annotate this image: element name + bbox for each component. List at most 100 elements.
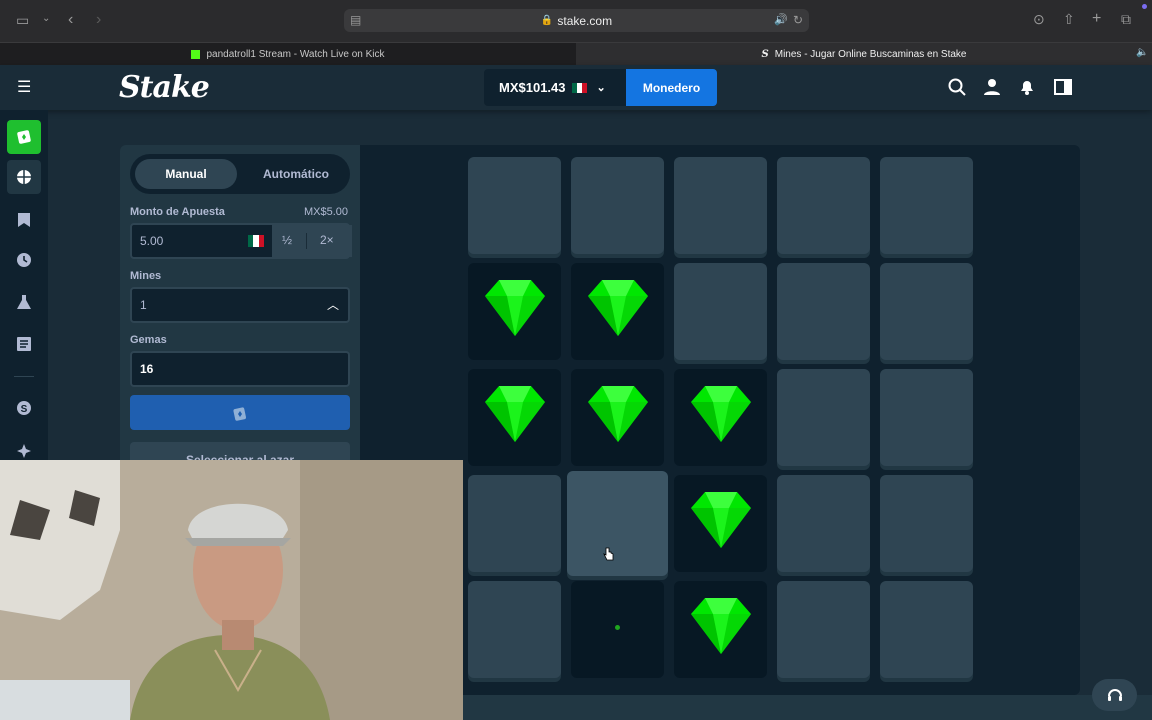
mine-tile[interactable] <box>674 263 767 360</box>
stake-s-icon[interactable]: S <box>16 400 32 416</box>
tab-bar: pandatroll1 Stream - Watch Live on Kick … <box>0 42 1152 66</box>
mine-tile[interactable] <box>880 157 973 254</box>
user-icon[interactable] <box>982 77 1002 97</box>
mine-tile[interactable] <box>880 475 973 572</box>
sports-icon[interactable] <box>7 160 41 194</box>
mine-tile[interactable] <box>674 475 767 572</box>
mine-tile[interactable] <box>777 369 870 466</box>
mine-tile[interactable] <box>880 369 973 466</box>
mine-tile[interactable] <box>777 157 870 254</box>
mine-tile[interactable] <box>468 263 561 360</box>
reload-icon[interactable]: ↻ <box>793 13 803 27</box>
logo[interactable]: Stake <box>119 70 210 105</box>
mine-tile[interactable] <box>468 581 561 678</box>
share-icon[interactable]: ⇧ <box>1063 11 1075 28</box>
mines-value: 1 <box>140 298 147 312</box>
gem-icon <box>588 280 648 336</box>
download-icon[interactable]: ⊙ <box>1033 11 1045 28</box>
new-tab-icon[interactable]: + <box>1092 10 1101 28</box>
gems-field: 16 <box>130 351 350 387</box>
bell-icon[interactable] <box>1017 77 1037 97</box>
tab-auto[interactable]: Automático <box>245 159 347 189</box>
document-icon[interactable] <box>16 336 32 352</box>
gems-value: 16 <box>140 362 154 376</box>
notification-dot <box>1142 4 1147 9</box>
balance-selector[interactable]: MX$101.43 ⌄ <box>484 69 626 106</box>
mine-tile[interactable] <box>571 369 664 466</box>
sidebar-toggle-icon[interactable]: ▭ <box>16 12 29 29</box>
bet-amount-display: MX$5.00 <box>304 206 349 218</box>
mine-tile[interactable] <box>777 475 870 572</box>
audio-icon[interactable]: 🔊 <box>774 13 788 26</box>
stake-favicon-icon: S <box>761 49 769 60</box>
headset-icon <box>1107 689 1122 701</box>
tab-stake[interactable]: S Mines - Jugar Online Buscaminas en Sta… <box>576 43 1152 66</box>
empty-dot <box>615 625 620 630</box>
pointer-cursor-icon <box>603 547 614 561</box>
kick-icon <box>191 50 201 59</box>
mines-label: Mines <box>130 270 162 282</box>
wallet-button[interactable]: Monedero <box>626 69 717 106</box>
bet-amount-field: 5.00 ½ 2× <box>130 223 352 259</box>
mine-tile[interactable] <box>880 263 973 360</box>
tab-overview-icon[interactable]: ⧉ <box>1121 11 1131 28</box>
mine-tile[interactable] <box>468 475 561 572</box>
forward-icon[interactable]: › <box>96 11 101 29</box>
tab-kick[interactable]: pandatroll1 Stream - Watch Live on Kick <box>0 43 576 66</box>
streamer-video <box>0 460 463 720</box>
mine-tile[interactable] <box>571 157 664 254</box>
tab-manual[interactable]: Manual <box>135 159 237 189</box>
sidebar-panel-icon[interactable] <box>1053 77 1073 97</box>
browser-toolbar: ▭ ⌄ ‹ › ▤ 🔒 stake.com 🔊 ↻ ⊙ ⇧ + ⧉ <box>0 0 1152 42</box>
mine-tile[interactable] <box>468 369 561 466</box>
mine-tile[interactable] <box>571 263 664 360</box>
mines-select[interactable]: 1 ︿ <box>130 287 350 323</box>
mexico-flag-icon <box>571 82 587 93</box>
mine-tile[interactable] <box>777 263 870 360</box>
casino-icon[interactable] <box>7 120 41 154</box>
gem-icon <box>691 386 751 442</box>
divider <box>306 233 307 249</box>
mine-tile[interactable] <box>567 471 668 576</box>
svg-text:S: S <box>21 404 28 415</box>
support-button[interactable] <box>1092 679 1137 711</box>
gem-icon <box>588 386 648 442</box>
clock-icon[interactable] <box>16 252 32 268</box>
flask-icon[interactable] <box>16 294 32 310</box>
cards-icon <box>233 406 246 421</box>
gem-icon <box>485 386 545 442</box>
half-button[interactable]: ½ <box>282 233 292 247</box>
tab-label: Mines - Jugar Online Buscaminas en Stake <box>774 49 967 60</box>
chevron-down-icon[interactable]: ⌄ <box>42 13 50 24</box>
tab-audio-icon[interactable]: 🔈 <box>1136 47 1148 58</box>
mine-tile[interactable] <box>777 581 870 678</box>
mine-tile[interactable] <box>571 581 664 678</box>
mine-tile[interactable] <box>468 157 561 254</box>
lock-icon: 🔒 <box>540 15 554 26</box>
webcam-overlay <box>0 460 463 720</box>
url-text: stake.com <box>557 13 613 28</box>
mine-tile[interactable] <box>880 581 973 678</box>
sidebar-divider <box>14 376 34 377</box>
chevron-down-icon: ⌄ <box>596 82 606 94</box>
gems-label: Gemas <box>130 334 167 346</box>
tab-label: pandatroll1 Stream - Watch Live on Kick <box>206 49 385 60</box>
sparkle-icon[interactable] <box>16 443 32 459</box>
game-footer-bar <box>463 695 1152 720</box>
address-bar[interactable]: ▤ 🔒 stake.com 🔊 ↻ <box>344 9 809 32</box>
menu-icon[interactable]: ☰ <box>17 77 31 97</box>
gem-icon <box>485 280 545 336</box>
gem-icon <box>691 492 751 548</box>
back-icon[interactable]: ‹ <box>68 11 73 29</box>
chevron-up-icon: ︿ <box>326 298 339 312</box>
bookmark-icon[interactable] <box>17 212 31 228</box>
double-button[interactable]: 2× <box>320 233 334 247</box>
top-bar: ☰ Stake MX$101.43 ⌄ Monedero <box>0 65 1152 110</box>
mine-tile[interactable] <box>674 369 767 466</box>
bet-button[interactable] <box>130 395 350 430</box>
mine-tile[interactable] <box>674 581 767 678</box>
search-icon[interactable] <box>947 77 967 97</box>
mexico-flag-icon <box>248 235 264 247</box>
bet-amount-input[interactable]: 5.00 <box>140 234 163 248</box>
mine-tile[interactable] <box>674 157 767 254</box>
